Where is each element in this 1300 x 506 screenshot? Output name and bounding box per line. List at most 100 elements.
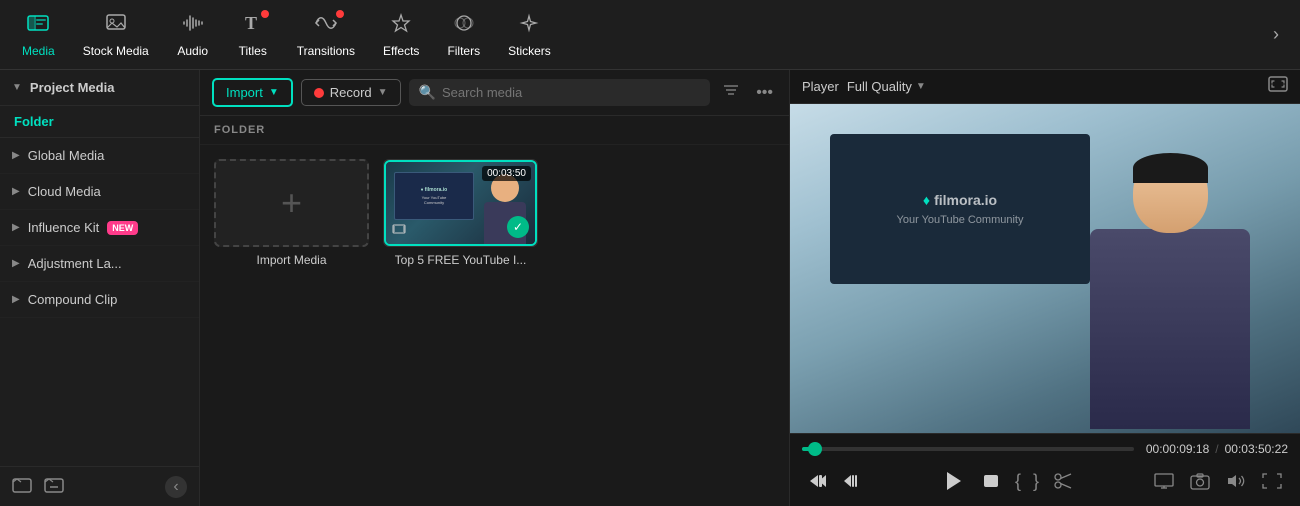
- video-duration-badge: 00:03:50: [482, 166, 531, 181]
- toolbar: Media Stock Media Audio T Titles: [0, 0, 1300, 70]
- record-label: Record: [330, 85, 372, 100]
- progress-track[interactable]: [802, 447, 1134, 451]
- media-area: Import ▼ Record ▼ 🔍 ••• FOLDER: [200, 70, 790, 506]
- sidebar-item-cloud-media[interactable]: ▶ Cloud Media: [0, 174, 199, 210]
- player-quality-selector[interactable]: Full Quality ▼: [847, 79, 926, 94]
- video-card[interactable]: ♦ filmora.io Your YouTube Community: [383, 159, 538, 267]
- cloud-media-chevron: ▶: [12, 186, 20, 197]
- toolbar-item-effects[interactable]: Effects: [369, 6, 433, 64]
- toolbar-item-filters[interactable]: Filters: [433, 6, 494, 64]
- total-time: 00:03:50:22: [1225, 442, 1288, 456]
- record-button[interactable]: Record ▼: [301, 79, 401, 106]
- toolbar-item-audio[interactable]: Audio: [163, 6, 223, 64]
- subtitle-text: Your YouTube Community: [897, 214, 1024, 226]
- screenshot-button[interactable]: [1184, 468, 1216, 494]
- in-point-button[interactable]: {: [1011, 467, 1025, 496]
- video-label: Top 5 FREE YouTube I...: [395, 253, 527, 267]
- player-time: 00:00:09:18 / 00:03:50:22: [1146, 442, 1288, 456]
- global-media-chevron: ▶: [12, 150, 20, 161]
- monitor-button[interactable]: [1148, 469, 1180, 493]
- sidebar-item-influence-kit[interactable]: ▶ Influence Kit NEW: [0, 210, 199, 246]
- import-label: Import: [226, 85, 263, 100]
- add-folder-icon[interactable]: [12, 475, 32, 498]
- influence-kit-badge: NEW: [107, 221, 138, 235]
- sidebar-folder-button[interactable]: Folder: [0, 106, 199, 138]
- record-dot-icon: [314, 88, 324, 98]
- sidebar-header-chevron: ▼: [12, 82, 22, 93]
- import-plus-icon: +: [281, 182, 302, 224]
- folder-section-label: FOLDER: [200, 116, 789, 145]
- toolbar-label-audio: Audio: [177, 44, 208, 58]
- import-media-card[interactable]: + Import Media: [214, 159, 369, 267]
- toolbar-item-titles[interactable]: T Titles: [223, 6, 283, 64]
- player-video-bg: ♦ filmora.io Your YouTube Community: [790, 104, 1300, 433]
- sidebar-item-adjustment-layer[interactable]: ▶ Adjustment La...: [0, 246, 199, 282]
- stock-media-icon: [104, 12, 128, 40]
- player-left-buttons: [802, 468, 866, 494]
- media-toolbar: Import ▼ Record ▼ 🔍 •••: [200, 70, 789, 116]
- sidebar: ▼ Project Media Folder ▶ Global Media ▶ …: [0, 70, 200, 506]
- toolbar-label-transitions: Transitions: [297, 44, 355, 58]
- import-button[interactable]: Import ▼: [212, 78, 293, 107]
- media-icon: [26, 12, 50, 40]
- video-check-icon: ✓: [507, 216, 529, 238]
- remove-folder-icon[interactable]: [44, 475, 64, 498]
- toolbar-more-button[interactable]: ›: [1260, 19, 1292, 51]
- player-center-buttons: { }: [866, 464, 1148, 498]
- toolbar-item-media[interactable]: Media: [8, 6, 69, 64]
- toolbar-label-titles: Titles: [239, 44, 267, 58]
- sidebar-collapse-button[interactable]: ‹: [165, 476, 187, 498]
- video-film-icon: [392, 222, 406, 238]
- player-all-buttons: { }: [802, 464, 1288, 498]
- search-icon: 🔍: [419, 84, 436, 101]
- player-controls: 00:00:09:18 / 00:03:50:22: [790, 433, 1300, 506]
- sidebar-footer: ‹: [0, 466, 199, 506]
- player-area: Player Full Quality ▼ ♦ film: [790, 70, 1300, 506]
- stickers-icon: [516, 12, 542, 40]
- filter-icon[interactable]: [718, 78, 744, 107]
- toolbar-label-media: Media: [22, 44, 55, 58]
- quality-arrow-icon: ▼: [916, 81, 926, 92]
- video-screen: ♦ filmora.io Your YouTube Community: [394, 172, 474, 220]
- out-point-button[interactable]: }: [1029, 467, 1043, 496]
- player-title: Player: [802, 79, 839, 94]
- toolbar-item-transitions[interactable]: Transitions: [283, 6, 369, 64]
- import-arrow-icon: ▼: [269, 87, 279, 98]
- search-box[interactable]: 🔍: [409, 79, 711, 106]
- progress-thumb[interactable]: [808, 442, 822, 456]
- import-media-label: Import Media: [256, 253, 326, 267]
- media-grid: + Import Media ♦ filmora.io Your YouTube: [200, 145, 789, 281]
- time-separator: /: [1215, 442, 1218, 456]
- toolbar-item-stock-media[interactable]: Stock Media: [69, 6, 163, 64]
- play-button[interactable]: [933, 464, 971, 498]
- stop-button[interactable]: [975, 468, 1007, 494]
- toolbar-label-stickers: Stickers: [508, 44, 551, 58]
- current-time: 00:00:09:18: [1146, 442, 1209, 456]
- filters-icon: [451, 12, 477, 40]
- sidebar-item-compound-clip[interactable]: ▶ Compound Clip: [0, 282, 199, 318]
- volume-button[interactable]: [1220, 469, 1252, 493]
- brand-text: filmora.io: [934, 192, 997, 208]
- sidebar-header[interactable]: ▼ Project Media: [0, 70, 199, 106]
- svg-text:T: T: [245, 13, 257, 33]
- more-options-icon[interactable]: •••: [752, 80, 777, 106]
- clip-button[interactable]: [1047, 468, 1081, 494]
- influence-kit-chevron: ▶: [12, 222, 20, 233]
- adjustment-layer-chevron: ▶: [12, 258, 20, 269]
- sidebar-item-global-media[interactable]: ▶ Global Media: [0, 138, 199, 174]
- player-progress: 00:00:09:18 / 00:03:50:22: [802, 442, 1288, 456]
- sidebar-header-label: Project Media: [30, 80, 115, 95]
- toolbar-item-stickers[interactable]: Stickers: [494, 6, 565, 64]
- frame-back-button[interactable]: [836, 468, 866, 494]
- audio-icon: [181, 12, 205, 40]
- search-input[interactable]: [442, 85, 700, 100]
- player-fullscreen-icon[interactable]: [1268, 76, 1288, 97]
- expand-button[interactable]: [1256, 469, 1288, 493]
- main-content: ▼ Project Media Folder ▶ Global Media ▶ …: [0, 70, 1300, 506]
- video-preview: ♦ filmora.io Your YouTube Community: [384, 160, 537, 246]
- player-video: ♦ filmora.io Your YouTube Community: [790, 104, 1300, 433]
- toolbar-label-effects: Effects: [383, 44, 419, 58]
- rewind-button[interactable]: [802, 468, 834, 494]
- transitions-icon: [312, 12, 340, 40]
- titles-icon: T: [241, 12, 265, 40]
